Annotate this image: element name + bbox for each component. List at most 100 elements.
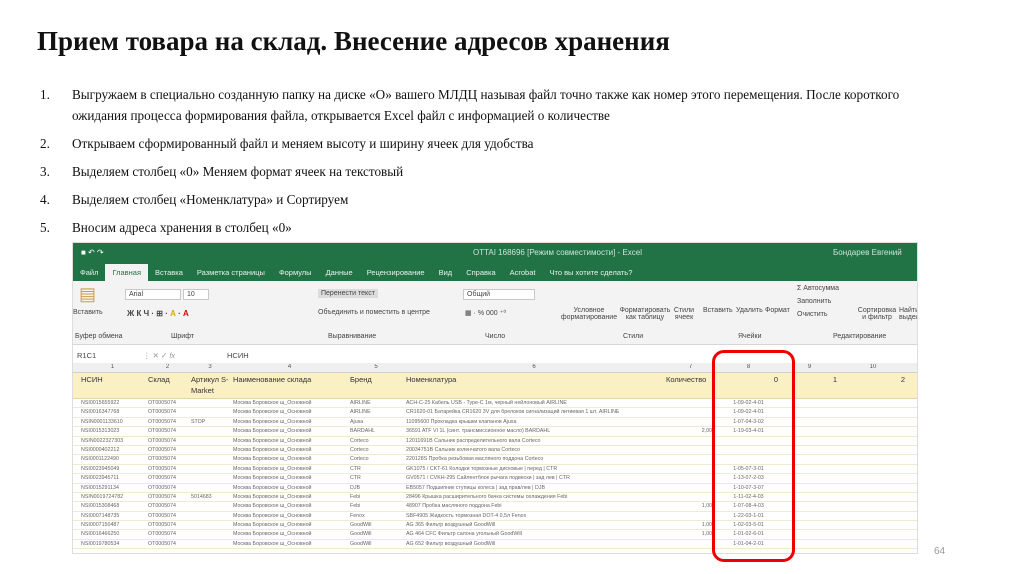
table-cell[interactable]: Corteco — [350, 456, 402, 462]
table-cell[interactable]: 2,000 — [666, 428, 715, 434]
tab-8[interactable]: Справка — [459, 268, 502, 281]
table-cell[interactable]: 12011691B Сальник распределительного вал… — [406, 438, 662, 444]
table-cell[interactable]: Fenox — [350, 513, 402, 519]
table-cell[interactable]: Ajusa — [350, 419, 402, 425]
table-cell[interactable]: NSI0015313023 — [81, 428, 144, 434]
tab-5[interactable]: Данные — [319, 268, 360, 281]
table-cell[interactable]: Москва Боровское ш_Основной — [233, 438, 346, 444]
tab-9[interactable]: Acrobat — [503, 268, 543, 281]
table-cell[interactable]: NSI0001122490 — [81, 456, 144, 462]
header-cell[interactable]: Наименование склада — [233, 374, 346, 385]
table-cell[interactable]: 5014683 — [191, 494, 229, 500]
column-number[interactable]: 4 — [231, 364, 348, 370]
table-cell[interactable]: Москва Боровское ш_Основной — [233, 475, 346, 481]
table-cell[interactable]: 1,000 — [666, 531, 715, 537]
tab-6[interactable]: Рецензирование — [360, 268, 432, 281]
table-cell[interactable]: 36591 ATF VI 1L (синт. трансмиссионное м… — [406, 428, 662, 434]
table-cell[interactable]: 1,000 — [666, 503, 715, 509]
table-cell[interactable]: Москва Боровское ш_Основной — [233, 522, 346, 528]
table-cell[interactable]: OT0005074 — [148, 400, 187, 406]
column-number[interactable]: 2 — [146, 364, 189, 370]
table-cell[interactable]: Corteco — [350, 447, 402, 453]
table-cell[interactable]: ACH-C-25 Кабель USB - Type-C 1м, черный … — [406, 400, 662, 406]
table-cell[interactable]: OT0005074 — [148, 419, 187, 425]
table-cell[interactable]: NSIN0019724782 — [81, 494, 144, 500]
header-cell[interactable]: 2 — [841, 374, 905, 385]
table-cell[interactable]: BARDAHL — [350, 428, 402, 434]
table-cell[interactable]: OT0005074 — [148, 438, 187, 444]
table-cell[interactable]: GoodWill — [350, 522, 402, 528]
column-number[interactable]: 3 — [189, 364, 231, 370]
column-number[interactable]: 5 — [348, 364, 404, 370]
font-size-select[interactable]: 10 — [183, 289, 209, 300]
paste-icon[interactable]: ▤ — [79, 284, 96, 305]
find-select-button[interactable]: Найти и выделить — [899, 307, 917, 321]
header-cell[interactable]: НСИН — [81, 374, 144, 385]
table-cell[interactable]: NSI0015308468 — [81, 503, 144, 509]
table-cell[interactable]: OT0005074 — [148, 541, 187, 547]
table-cell[interactable]: OT0005074 — [148, 485, 187, 491]
tab-2[interactable]: Вставка — [148, 268, 190, 281]
column-number[interactable]: 1 — [79, 364, 146, 370]
number-format-select[interactable]: Общий — [463, 289, 535, 300]
table-cell[interactable]: NSI0000402212 — [81, 447, 144, 453]
table-cell[interactable]: Москва Боровское ш_Основной — [233, 409, 346, 415]
percent-icon[interactable]: ▦ · % 000 ⁺⁰ — [465, 309, 506, 317]
table-cell[interactable]: NSI0016347768 — [81, 409, 144, 415]
table-cell[interactable]: Москва Боровское ш_Основной — [233, 400, 346, 406]
tab-3[interactable]: Разметка страницы — [190, 268, 272, 281]
table-cell[interactable]: Москва Боровское ш_Основной — [233, 494, 346, 500]
table-cell[interactable]: CR1620-01 Батарейка CR1620 3V для брелок… — [406, 409, 662, 415]
wrap-text-button[interactable]: Перенести текст — [318, 289, 378, 298]
table-cell[interactable]: OT0005074 — [148, 447, 187, 453]
table-cell[interactable]: CTR — [350, 475, 402, 481]
header-cell[interactable]: Склад — [148, 374, 187, 385]
table-cell[interactable]: CTR — [350, 466, 402, 472]
format-as-table-button[interactable]: Форматировать как таблицу — [617, 307, 673, 321]
table-cell[interactable]: Москва Боровское ш_Основной — [233, 541, 346, 547]
table-cell[interactable]: NSI0015291134 — [81, 485, 144, 491]
paste-button[interactable]: Вставить — [73, 309, 103, 316]
conditional-formatting-button[interactable]: Условное форматирование — [559, 307, 619, 321]
table-cell[interactable]: Febi — [350, 494, 402, 500]
save-icon[interactable]: ■ ↶ ↷ — [81, 248, 104, 257]
table-cell[interactable]: GV0571 / CVKH-295 Сайлентблок рычага под… — [406, 475, 662, 481]
column-number[interactable]: 10 — [839, 364, 907, 370]
table-cell[interactable]: Москва Боровское ш_Основной — [233, 447, 346, 453]
table-cell[interactable]: OT0005074 — [148, 456, 187, 462]
bold-italic-underline[interactable]: Ж К Ч · ⊞ · A · A — [127, 309, 189, 318]
table-cell[interactable]: 20034751B Сальник коленчатого вала Corte… — [406, 447, 662, 453]
header-cell[interactable]: Артикул S-Market — [191, 374, 229, 396]
table-cell[interactable]: OT0005074 — [148, 494, 187, 500]
table-cell[interactable]: Москва Боровское ш_Основной — [233, 456, 346, 462]
table-cell[interactable]: GoodWill — [350, 541, 402, 547]
merge-center-button[interactable]: Объединить и поместить в центре — [318, 309, 430, 316]
header-cell[interactable]: Количество — [666, 374, 715, 385]
tab-1[interactable]: Главная — [105, 264, 148, 281]
table-cell[interactable]: 28496 Крышка расширительного бачка систе… — [406, 494, 662, 500]
table-cell[interactable]: NSI0023945049 — [81, 466, 144, 472]
table-cell[interactable]: OT0005074 — [148, 475, 187, 481]
table-cell[interactable]: 220128S Пробка резьбовая масляного поддо… — [406, 456, 662, 462]
table-cell[interactable]: NSI0007150487 — [81, 522, 144, 528]
table-cell[interactable]: GK1075 / CKT-61 Колодки тормозные дисков… — [406, 466, 662, 472]
table-cell[interactable]: AG 365 Фильтр воздушный GoodWill — [406, 522, 662, 528]
column-number[interactable]: 6 — [404, 364, 664, 370]
delete-cells-button[interactable]: Удалить — [736, 307, 763, 314]
tab-0[interactable]: Файл — [73, 268, 105, 281]
tab-7[interactable]: Вид — [432, 268, 460, 281]
clear-button[interactable]: Очистить — [797, 311, 827, 318]
table-cell[interactable]: SBF4905 Жидкость тормозная DOT-4 0,5л Fe… — [406, 513, 662, 519]
table-cell[interactable]: OT0005074 — [148, 531, 187, 537]
header-cell[interactable]: Номенклатура — [406, 374, 662, 385]
insert-cells-button[interactable]: Вставить — [703, 307, 733, 314]
table-cell[interactable]: Corteco — [350, 438, 402, 444]
table-cell[interactable]: OT0005074 — [148, 503, 187, 509]
table-cell[interactable]: EB5057 Подшипник ступицы колеса | зад пр… — [406, 485, 662, 491]
formula-input[interactable]: НСИН — [223, 351, 249, 360]
fill-button[interactable]: Заполнить — [797, 298, 831, 305]
tell-me-input[interactable]: Что вы хотите сделать? — [542, 268, 639, 281]
tab-4[interactable]: Формулы — [272, 268, 319, 281]
table-cell[interactable]: Москва Боровское ш_Основной — [233, 428, 346, 434]
table-cell[interactable]: AG 464 CFC Фильтр салона угольный GoodWi… — [406, 531, 662, 537]
